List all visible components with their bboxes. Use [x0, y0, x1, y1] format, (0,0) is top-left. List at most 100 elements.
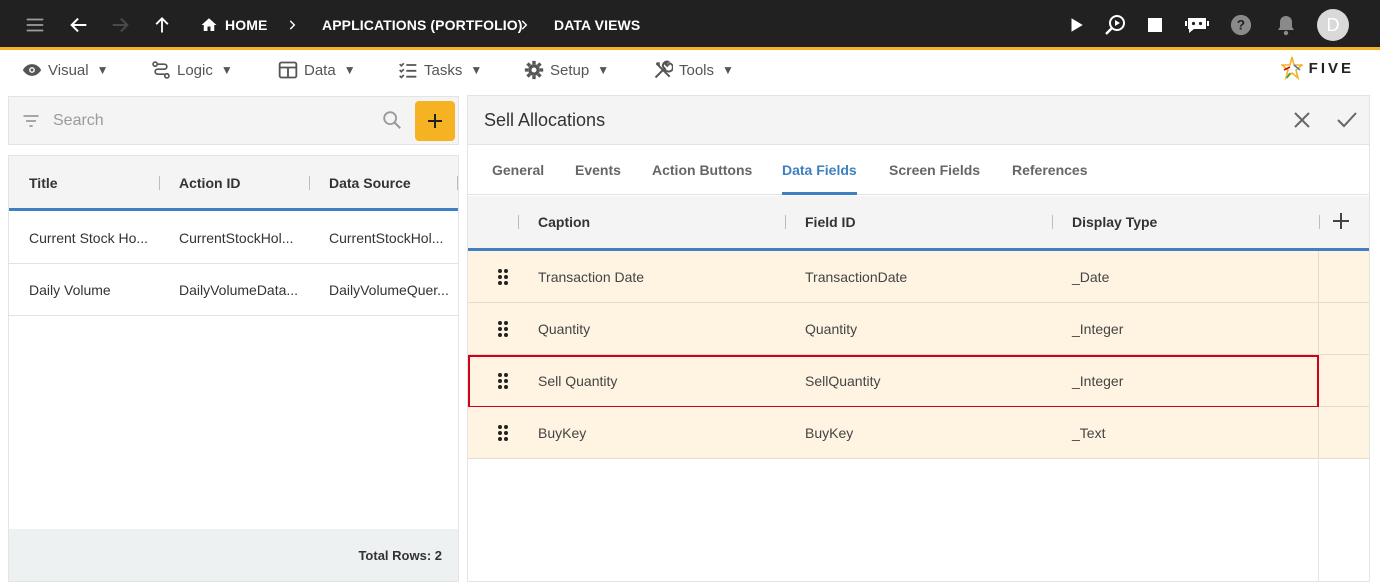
run-search-icon[interactable] [1102, 0, 1128, 50]
column-header-field-id[interactable]: Field ID [805, 196, 856, 248]
column-divider[interactable] [1319, 215, 1320, 229]
menu-logic[interactable]: Logic ▼ [151, 53, 233, 87]
user-avatar[interactable]: D [1317, 0, 1349, 50]
tab-references[interactable]: References [1012, 145, 1088, 195]
menu-data-label: Data [304, 61, 336, 79]
plus-icon [428, 114, 442, 128]
table-icon [278, 61, 298, 79]
column-divider[interactable] [1052, 215, 1053, 229]
cell-display-type: _Integer [1072, 372, 1124, 389]
close-icon[interactable] [1292, 110, 1312, 135]
add-record-button[interactable] [415, 101, 455, 141]
column-divider[interactable] [457, 176, 458, 190]
breadcrumb-applications[interactable]: APPLICATIONS (PORTFOLIO) [322, 0, 522, 50]
column-divider[interactable] [785, 215, 786, 229]
search-input[interactable] [53, 107, 373, 135]
stop-icon[interactable] [1145, 0, 1165, 50]
table-row[interactable]: Quantity Quantity _Integer [468, 303, 1369, 355]
caret-down-icon: ▼ [343, 63, 356, 77]
up-arrow-icon[interactable] [149, 0, 175, 50]
cell-caption: BuyKey [538, 424, 587, 441]
list-cell-action-id: DailyVolumeData... [179, 282, 299, 298]
cell-caption: Transaction Date [538, 268, 645, 285]
tab-data-fields[interactable]: Data Fields [782, 145, 857, 195]
tab-screen-fields[interactable]: Screen Fields [889, 145, 980, 195]
tab-events[interactable]: Events [575, 145, 621, 195]
chevron-right-icon [517, 0, 531, 50]
column-header-title[interactable]: Title [29, 156, 58, 209]
column-header-data-source[interactable]: Data Source [329, 156, 411, 209]
app-top-bar: HOME APPLICATIONS (PORTFOLIO) DATA VIEWS… [0, 0, 1380, 50]
menu-setup-label: Setup [550, 61, 590, 79]
form-panel: Sell Allocations General Events Action B… [467, 95, 1370, 582]
data-views-list: Title Action ID Data Source Current Stoc… [8, 155, 459, 582]
caret-down-icon: ▼ [96, 63, 109, 77]
help-icon[interactable]: ? [1229, 0, 1253, 50]
menu-bar: Visual ▼ Logic ▼ Data ▼ Tasks ▼ Setup ▼ … [0, 53, 1380, 87]
column-divider[interactable] [159, 176, 160, 190]
table-row-highlighted[interactable]: Sell Quantity SellQuantity _Integer [468, 355, 1369, 408]
cell-caption: Sell Quantity [538, 372, 618, 389]
forward-arrow-icon[interactable] [107, 0, 133, 50]
list-cell-title: Daily Volume [29, 282, 111, 298]
cell-field-id: BuyKey [805, 424, 854, 441]
logic-icon [152, 61, 170, 79]
menu-visual[interactable]: Visual ▼ [22, 53, 108, 87]
drag-handle-icon[interactable] [497, 320, 509, 343]
total-rows-label: Total Rows: 2 [358, 547, 442, 563]
avatar-letter: D [1317, 9, 1349, 41]
five-logo-icon [1280, 56, 1303, 80]
home-icon[interactable] [199, 0, 219, 50]
column-divider[interactable] [518, 215, 519, 229]
drag-handle-icon[interactable] [497, 268, 509, 291]
save-check-icon[interactable] [1336, 110, 1358, 135]
caret-down-icon: ▼ [220, 63, 233, 77]
cell-display-type: _Date [1072, 268, 1110, 285]
back-arrow-icon[interactable] [66, 0, 92, 50]
row-end-cell [1318, 251, 1369, 302]
list-cell-data-source: CurrentStockHol... [329, 230, 444, 246]
chevron-right-icon [285, 0, 299, 50]
table-row[interactable]: BuyKey BuyKey _Text [468, 407, 1369, 459]
drag-handle-icon[interactable] [497, 372, 509, 395]
tab-general[interactable]: General [492, 145, 544, 195]
menu-tasks-label: Tasks [424, 61, 463, 79]
five-logo-text: FIVE [1308, 59, 1354, 77]
menu-setup[interactable]: Setup ▼ [524, 53, 609, 87]
chat-bot-icon[interactable] [1184, 0, 1210, 50]
tasks-icon [399, 62, 417, 79]
list-cell-action-id: CurrentStockHol... [179, 230, 294, 246]
list-item[interactable]: Daily Volume DailyVolumeData... DailyVol… [9, 264, 458, 316]
breadcrumb-home[interactable]: HOME [225, 0, 267, 50]
list-cell-data-source: DailyVolumeQuer... [329, 282, 449, 298]
drag-handle-icon[interactable] [497, 424, 509, 447]
table-row[interactable]: Transaction Date TransactionDate _Date [468, 251, 1369, 303]
play-icon[interactable] [1065, 0, 1087, 50]
filter-icon[interactable] [21, 111, 41, 136]
search-icon[interactable] [381, 109, 403, 136]
breadcrumb-data-views[interactable]: DATA VIEWS [554, 0, 640, 50]
cell-display-type: _Text [1072, 424, 1106, 441]
add-field-icon[interactable] [1332, 212, 1350, 235]
menu-data[interactable]: Data ▼ [278, 53, 356, 87]
list-cell-title: Current Stock Ho... [29, 230, 149, 246]
column-divider[interactable] [309, 176, 310, 190]
svg-text:?: ? [1237, 18, 1245, 33]
tab-action-buttons[interactable]: Action Buttons [652, 145, 752, 195]
menu-tools[interactable]: Tools ▼ [653, 53, 734, 87]
column-header-display-type[interactable]: Display Type [1072, 196, 1157, 248]
form-title-bar: Sell Allocations [468, 96, 1369, 145]
row-end-cell [1318, 355, 1369, 406]
cell-field-id: TransactionDate [805, 268, 908, 285]
column-header-action-id[interactable]: Action ID [179, 156, 240, 209]
notifications-bell-icon[interactable] [1275, 0, 1297, 50]
row-end-cell [1318, 303, 1369, 354]
column-header-caption[interactable]: Caption [538, 196, 590, 248]
menu-logic-label: Logic [177, 61, 213, 79]
form-tabs: General Events Action Buttons Data Field… [468, 145, 1369, 195]
cell-field-id: Quantity [805, 320, 858, 337]
gear-icon [524, 60, 544, 80]
menu-tasks[interactable]: Tasks ▼ [398, 53, 482, 87]
list-item[interactable]: Current Stock Ho... CurrentStockHol... C… [9, 212, 458, 264]
menu-icon[interactable] [20, 0, 50, 50]
